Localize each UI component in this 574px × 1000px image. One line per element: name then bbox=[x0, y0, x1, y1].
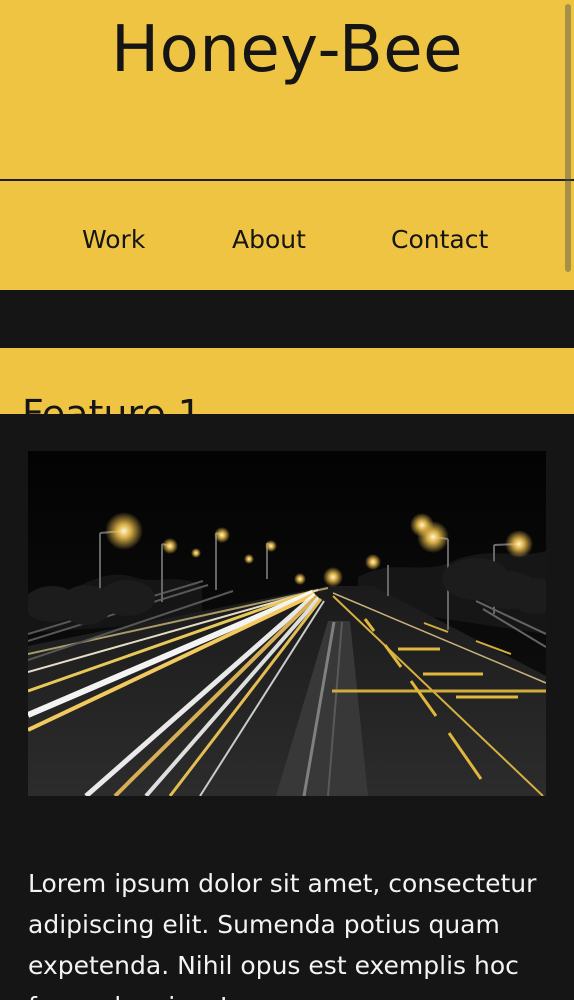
feature-heading-bar: Feature 1 bbox=[0, 348, 574, 436]
night-highway-illustration bbox=[28, 451, 546, 796]
vertical-scrollbar[interactable] bbox=[565, 4, 571, 272]
feature-image-night-highway bbox=[28, 451, 546, 796]
nav-work-link[interactable]: Work bbox=[82, 225, 145, 254]
nav-contact-link[interactable]: Contact bbox=[391, 225, 488, 254]
feature-title: Feature 1 bbox=[22, 391, 202, 436]
site-header: Honey-Bee bbox=[0, 0, 574, 180]
nav-about-link[interactable]: About bbox=[232, 225, 306, 254]
main-nav: Work About Contact bbox=[0, 181, 574, 290]
feature-paragraph: Lorem ipsum dolor sit amet, consectetur … bbox=[28, 869, 537, 1000]
site-title: Honey-Bee bbox=[111, 12, 463, 87]
